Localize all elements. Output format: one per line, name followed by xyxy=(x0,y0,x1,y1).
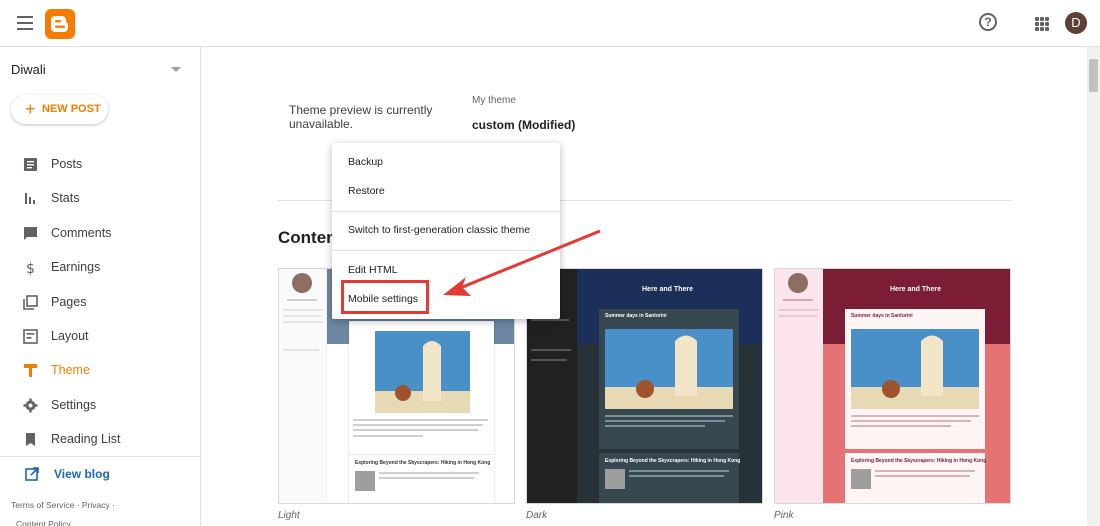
theme-sidebar xyxy=(279,269,327,503)
apps-grid-icon[interactable] xyxy=(1035,17,1049,31)
menu-item-backup[interactable]: Backup xyxy=(332,148,560,176)
blog-selector[interactable]: Diwali xyxy=(11,62,186,80)
theme-post-2: Exploring Beyond the Skyscrapers: Hiking… xyxy=(349,454,494,503)
sidebar-item-layout[interactable]: Layout xyxy=(0,319,200,353)
help-icon[interactable]: ? xyxy=(979,13,997,31)
theme-banner-title: Here and There xyxy=(890,286,941,293)
theme-card-dark[interactable]: Here and There Summer days in Santorini … xyxy=(526,268,763,504)
post-title: Exploring Beyond the Skyscrapers: Hiking… xyxy=(355,460,491,466)
sidebar-item-label: Reading List xyxy=(51,432,121,447)
theme-post: Summer days in Santorini xyxy=(845,309,985,449)
sidebar-item-earnings[interactable]: $ Earnings xyxy=(0,250,200,284)
plus-icon: + xyxy=(25,99,36,119)
reading-list-icon xyxy=(26,433,35,447)
sidebar-item-label: Pages xyxy=(51,294,87,309)
menu-divider xyxy=(332,211,560,212)
sidebar-nav: Posts Stats Comments $ Earnings Pages La… xyxy=(0,147,200,457)
posts-icon xyxy=(24,158,37,171)
settings-icon xyxy=(23,398,38,413)
scrollbar-thumb[interactable] xyxy=(1089,59,1098,92)
comments-icon xyxy=(24,226,37,240)
footer-content-policy[interactable]: Content Policy xyxy=(11,515,115,526)
blog-name: Diwali xyxy=(11,62,46,77)
footer-links[interactable]: Terms of Service · Privacy · xyxy=(11,496,115,515)
highlight-box xyxy=(341,280,429,314)
top-app-bar: ? D xyxy=(0,0,1100,47)
view-blog-link[interactable]: View blog xyxy=(25,467,110,481)
my-theme-name: custom (Modified) xyxy=(472,118,576,132)
post-title: Exploring Beyond the Skyscrapers: Hiking… xyxy=(851,458,987,464)
sidebar-item-settings[interactable]: Settings xyxy=(0,388,200,422)
post-title: Summer days in Santorini xyxy=(605,313,667,319)
sidebar-item-label: Theme xyxy=(51,363,90,378)
sidebar-item-reading-list[interactable]: Reading List xyxy=(0,422,200,456)
sidebar-item-label: Earnings xyxy=(51,260,101,275)
avatar[interactable]: D xyxy=(1065,12,1087,34)
sidebar-item-posts[interactable]: Posts xyxy=(0,147,200,181)
post-title: Summer days in Santorini xyxy=(851,313,913,319)
new-post-button[interactable]: + NEW POST xyxy=(11,95,108,124)
menu-item-restore[interactable]: Restore xyxy=(332,177,560,205)
pages-icon xyxy=(23,294,38,310)
my-theme-label: My theme xyxy=(472,95,516,106)
blogger-logo[interactable] xyxy=(45,9,75,39)
menu-divider xyxy=(332,250,560,251)
sidebar-item-pages[interactable]: Pages xyxy=(0,285,200,319)
page-scrollbar[interactable] xyxy=(1087,47,1100,526)
theme-label-pink: Pink xyxy=(774,510,794,521)
sidebar-item-label: Comments xyxy=(51,225,112,240)
sidebar-item-stats[interactable]: Stats xyxy=(0,181,200,215)
hamburger-icon[interactable] xyxy=(17,16,33,30)
theme-sidebar xyxy=(775,269,823,503)
sidebar-item-label: Posts xyxy=(51,157,83,171)
sidebar-divider xyxy=(0,456,200,457)
layout-icon xyxy=(23,329,38,344)
theme-preview-message: Theme preview is currently unavailable. xyxy=(289,103,433,131)
chevron-down-icon xyxy=(171,67,181,72)
sidebar-item-comments[interactable]: Comments xyxy=(0,216,200,250)
section-title: Conten xyxy=(278,228,337,247)
theme-label-dark: Dark xyxy=(526,510,548,521)
theme-post: Summer days in Santorini xyxy=(599,309,739,449)
theme-banner-title: Here and There xyxy=(642,286,693,293)
new-post-label: NEW POST xyxy=(42,103,101,115)
open-external-icon xyxy=(25,467,39,481)
theme-icon xyxy=(24,364,37,378)
view-blog-label: View blog xyxy=(54,467,110,481)
sidebar-item-theme[interactable]: Theme xyxy=(0,353,200,387)
theme-post-2: Exploring Beyond the Skyscrapers: Hiking… xyxy=(845,453,987,503)
theme-post-2: Exploring Beyond the Skyscrapers: Hiking… xyxy=(599,453,741,503)
stats-icon xyxy=(25,193,35,205)
sidebar-item-label: Settings xyxy=(51,397,97,412)
sidebar-item-label: Layout xyxy=(51,328,89,343)
post-title: Exploring Beyond the Skyscrapers: Hiking… xyxy=(605,458,741,464)
sidebar-item-label: Stats xyxy=(51,191,80,206)
sidebar: Diwali + NEW POST Posts Stats Comments $… xyxy=(0,47,201,526)
menu-item-switch-classic[interactable]: Switch to first-generation classic theme xyxy=(332,216,560,244)
svg-text:$: $ xyxy=(26,261,35,275)
earnings-icon: $ xyxy=(26,261,35,275)
sidebar-footer: Terms of Service · Privacy · Content Pol… xyxy=(11,496,115,526)
theme-label-light: Light xyxy=(278,510,300,521)
theme-card-pink[interactable]: Here and There Summer days in Santorini … xyxy=(774,268,1011,504)
